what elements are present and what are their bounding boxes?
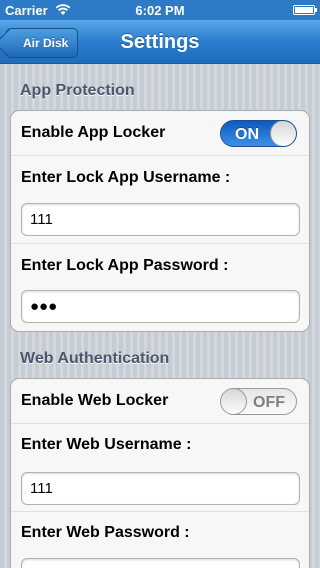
app-locker-toggle-state: ON [235,126,259,143]
web-username-input[interactable]: 111 [21,472,300,505]
toggle-knob [221,389,247,414]
lock-app-username-input[interactable]: 111 [21,203,300,236]
web-password-row: Enter Web Password : [11,512,309,568]
lock-app-password-row: Enter Lock App Password : ●●● [11,244,309,331]
battery-icon [293,5,317,15]
lock-app-username-row: Enter Lock App Username : 111 [11,156,309,244]
toggle-knob [270,121,296,146]
enable-web-locker-label: Enable Web Locker [21,392,169,409]
web-username-row: Enter Web Username : 111 [11,424,309,512]
enable-web-locker-row: Enable Web Locker OFF [11,379,309,424]
lock-app-username-label: Enter Lock App Username : [21,169,231,186]
web-password-label: Enter Web Password : [21,524,190,541]
status-time: 6:02 PM [135,3,185,18]
web-locker-toggle-state: OFF [253,394,285,411]
status-bar: Carrier 6:02 PM [0,0,320,20]
enable-app-locker-row: Enable App Locker ON [11,111,309,156]
app-locker-toggle[interactable]: ON [220,120,297,147]
enable-app-locker-label: Enable App Locker [21,124,166,141]
navigation-bar: Air Disk Settings [0,20,320,64]
lock-app-password-label: Enter Lock App Password : [21,257,229,274]
web-username-label: Enter Web Username : [21,436,192,453]
web-authentication-group: Enable Web Locker OFF Enter Web Username… [10,378,310,568]
web-locker-toggle[interactable]: OFF [220,388,297,415]
web-password-input[interactable] [21,558,300,568]
lock-app-password-input[interactable]: ●●● [21,290,300,323]
app-protection-group: Enable App Locker ON Enter Lock App User… [10,110,310,332]
page-title: Settings [120,31,200,53]
section-header-web-authentication: Web Authentication [20,350,170,367]
section-header-app-protection: App Protection [20,82,135,99]
